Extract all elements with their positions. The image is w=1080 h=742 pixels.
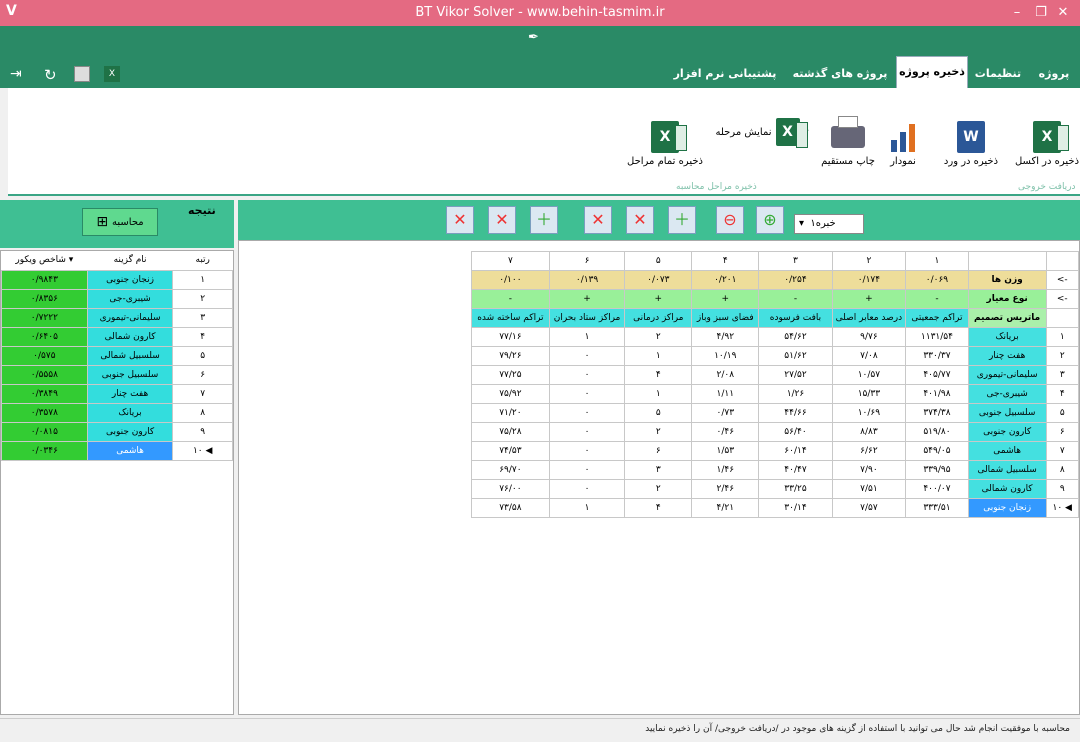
print-button[interactable]: چاپ مستقیم: [818, 116, 878, 167]
tab-save-project[interactable]: ذخیره پروژه: [896, 56, 968, 88]
ribbon-panel: X ذخیره در اکسل W ذخیره در ورد نمودار چا…: [8, 88, 1080, 196]
calculator-icon[interactable]: [74, 66, 90, 82]
table-row[interactable]: ۷۴/۵۳ ۰ ۶ ۱/۵۳ ۶۰/۱۴ ۶/۶۲ ۵۴۹/۰۵ هاشمی ۷: [471, 441, 1080, 461]
printer-icon: [830, 116, 866, 156]
save-all-stages-label: ذخیره تمام مراحل: [627, 156, 703, 167]
title-bar: V BT Vikor Solver - www.behin-tasmim.ir …: [0, 0, 1080, 26]
table-row[interactable]: ۶۹/۷۰ ۰ ۳ ۱/۴۶ ۴۰/۴۷ ۷/۹۰ ۳۳۹/۹۵ سلسبیل شمالی ۸: [471, 460, 1080, 480]
table-row[interactable]: ۰/۸۳۵۶ شیبری-جی ۲: [1, 288, 233, 309]
save-all-stages-button[interactable]: X ذخیره تمام مراحل: [626, 118, 704, 167]
type-row[interactable]: - + + + - + - نوع معیار <-: [471, 289, 1080, 309]
group-output-label: دریافت خروجی: [1018, 182, 1076, 192]
expert-select-value: خبره۱: [810, 218, 836, 229]
chart-button[interactable]: نمودار: [878, 118, 928, 167]
table-row[interactable]: ۰/۵۷۵ سلسبیل شمالی ۵: [1, 345, 233, 366]
status-bar: محاسبه با موفقیت انجام شد حال می توانید …: [0, 718, 1080, 742]
refresh-icon[interactable]: ↻: [44, 66, 60, 84]
result-table: شاخص ویکور ▾ نام گزینه رتبه ۰/۹۸۴۳ زنجان …: [1, 251, 233, 461]
table-row[interactable]: ۷۳/۵۸ ۱ ۴ ۴/۲۱ ۳۰/۱۴ ۷/۵۷ ۳۳۳/۵۱ زنجان جنوبی ۱۰ …: [471, 498, 1080, 518]
save-word-button[interactable]: W ذخیره در ورد: [938, 118, 1004, 167]
tab-past-projects[interactable]: پروژه های گذشته: [788, 59, 892, 88]
matrix-panel: ۷ ۶ ۵ ۴ ۳ ۲ ۱ ۰/۱۰۰ ۰/۱۳۹ ۰/۰۷۳ ۰/۲۰۱ ۰/۲۵۴ ۰…: [238, 240, 1080, 715]
brand-logo-icon: ✒︎: [528, 30, 539, 45]
excel-icon: X: [1033, 121, 1069, 153]
delete-cells-icon[interactable]: ✕: [584, 206, 612, 234]
table-row[interactable]: ۰/۳۸۴۹ هفت چنار ۷: [1, 383, 233, 404]
table-row[interactable]: ۰/۷۲۲۲ سلیمانی-تیموری ۳: [1, 307, 233, 328]
tab-new-project[interactable]: پروژه جدید: [1028, 59, 1080, 109]
table-row[interactable]: ۷۷/۱۶ ۱ ۲ ۴/۹۲ ۵۴/۶۲ ۹/۷۶ ۱۱۳۱/۵۴ بریانک ۱: [471, 327, 1080, 347]
add-column-icon[interactable]: ＋: [668, 206, 696, 234]
result-title: نتیجه: [188, 204, 216, 217]
table-row[interactable]: ۷۹/۲۶ ۰ ۱ ۱۰/۱۹ ۵۱/۶۲ ۷/۰۸ ۳۳۰/۳۷ هفت چنار ۲: [471, 346, 1080, 366]
close-button[interactable]: ✕: [1046, 0, 1080, 26]
expert-select[interactable]: ▾ خبره۱: [794, 214, 864, 234]
table-row[interactable]: ۷۶/۰۰ ۰ ۲ ۲/۴۶ ۳۳/۲۵ ۷/۵۱ ۴۰۰/۰۷ کارون شمالی ۹: [471, 479, 1080, 499]
result-header: نتیجه ⊞ محاسبه: [0, 200, 234, 248]
tab-support[interactable]: پشتیبانی نرم افزار: [664, 59, 786, 88]
bar-chart-icon: [885, 118, 921, 156]
word-icon: W: [957, 121, 985, 153]
table-row[interactable]: ۷۵/۲۸ ۰ ۲ ۰/۴۶ ۵۶/۴۰ ۸/۸۳ ۵۱۹/۸۰ کارون جنوبی ۶: [471, 422, 1080, 442]
save-excel-button[interactable]: X ذخیره در اکسل: [1014, 118, 1080, 167]
remove-expert-icon[interactable]: ⊖: [716, 206, 744, 234]
delete-row-icon[interactable]: ✕: [488, 206, 516, 234]
table-row[interactable]: ۰/۵۵۵۸ سلسبیل جنوبی ۶: [1, 364, 233, 385]
group-stages-label: ذخیره مراحل محاسبه: [676, 182, 757, 192]
chart-label: نمودار: [890, 156, 916, 167]
table-row[interactable]: ۷۷/۲۵ ۰ ۴ ۲/۰۸ ۲۷/۵۲ ۱۰/۵۷ ۴۰۵/۷۷ سلیمانی-تیمور…: [471, 365, 1080, 385]
save-excel-label: ذخیره در اکسل: [1014, 156, 1080, 167]
delete-table-icon[interactable]: ✕: [626, 206, 654, 234]
table-row[interactable]: ۷۵/۹۲ ۰ ۱ ۱/۱۱ ۱/۲۶ ۱۵/۳۳ ۴۰۱/۹۸ شیبری-جی ۴: [471, 384, 1080, 404]
decision-matrix-table: ۷ ۶ ۵ ۴ ۳ ۲ ۱ ۰/۱۰۰ ۰/۱۳۹ ۰/۰۷۳ ۰/۲۰۱ ۰/۲۵۴ ۰…: [471, 251, 1080, 518]
table-row[interactable]: ۰/۹۸۴۳ زنجان جنوبی ۱: [1, 269, 233, 290]
show-stage-label: نمایش مرحله: [715, 126, 772, 138]
weights-row[interactable]: ۰/۱۰۰ ۰/۱۳۹ ۰/۰۷۳ ۰/۲۰۱ ۰/۲۵۴ ۰/۱۷۴ ۰/۰۶۹ وزن …: [471, 270, 1080, 290]
col-option-name: نام گزینه: [113, 255, 147, 266]
table-row[interactable]: ۰/۰۸۱۵ کارون جنوبی ۹: [1, 421, 233, 442]
exit-icon[interactable]: ⇥: [10, 66, 26, 82]
col-vikor-index: شاخص ویکور: [15, 255, 66, 266]
calculate-label: محاسبه: [112, 216, 144, 228]
result-panel: شاخص ویکور ▾ نام گزینه رتبه ۰/۹۸۴۳ زنجان …: [0, 250, 234, 715]
excel-quick-icon[interactable]: X: [104, 66, 120, 82]
calculate-button[interactable]: ⊞ محاسبه: [82, 208, 158, 236]
table-row[interactable]: ۷۱/۲۰ ۰ ۵ ۰/۷۳ ۴۴/۶۶ ۱۰/۶۹ ۳۷۴/۳۸ سلسبیل جنوبی ۵: [471, 403, 1080, 423]
matrix-toolbar: [238, 200, 1080, 240]
table-row[interactable]: ۰/۳۵۷۸ بریانک ۸: [1, 402, 233, 423]
table-row[interactable]: ۰/۰۳۴۶ هاشمی ۱۰ ◀: [1, 440, 233, 461]
delete-column-icon[interactable]: ✕: [446, 206, 474, 234]
add-expert-icon[interactable]: ⊕: [756, 206, 784, 234]
criteria-header-row: تراکم ساخته شده مراکز ستاد بحران مراکز درم…: [471, 308, 1080, 328]
calculator-grid-icon: ⊞: [96, 214, 109, 230]
tab-settings[interactable]: تنظیمات: [970, 59, 1026, 88]
excel-all-icon: X: [651, 121, 687, 153]
excel-stage-icon: X: [775, 118, 808, 148]
window-title: BT Vikor Solver - www.behin-tasmim.ir: [415, 5, 665, 20]
col-rank: رتبه: [195, 255, 210, 266]
show-stage-button[interactable]: نمایش مرحله X ▾: [708, 118, 816, 148]
table-row[interactable]: ۰/۶۴۰۵ کارون شمالی ۴: [1, 326, 233, 347]
print-label: چاپ مستقیم: [821, 156, 875, 167]
add-row-icon[interactable]: ＋: [530, 206, 558, 234]
save-word-label: ذخیره در ورد: [943, 156, 999, 167]
